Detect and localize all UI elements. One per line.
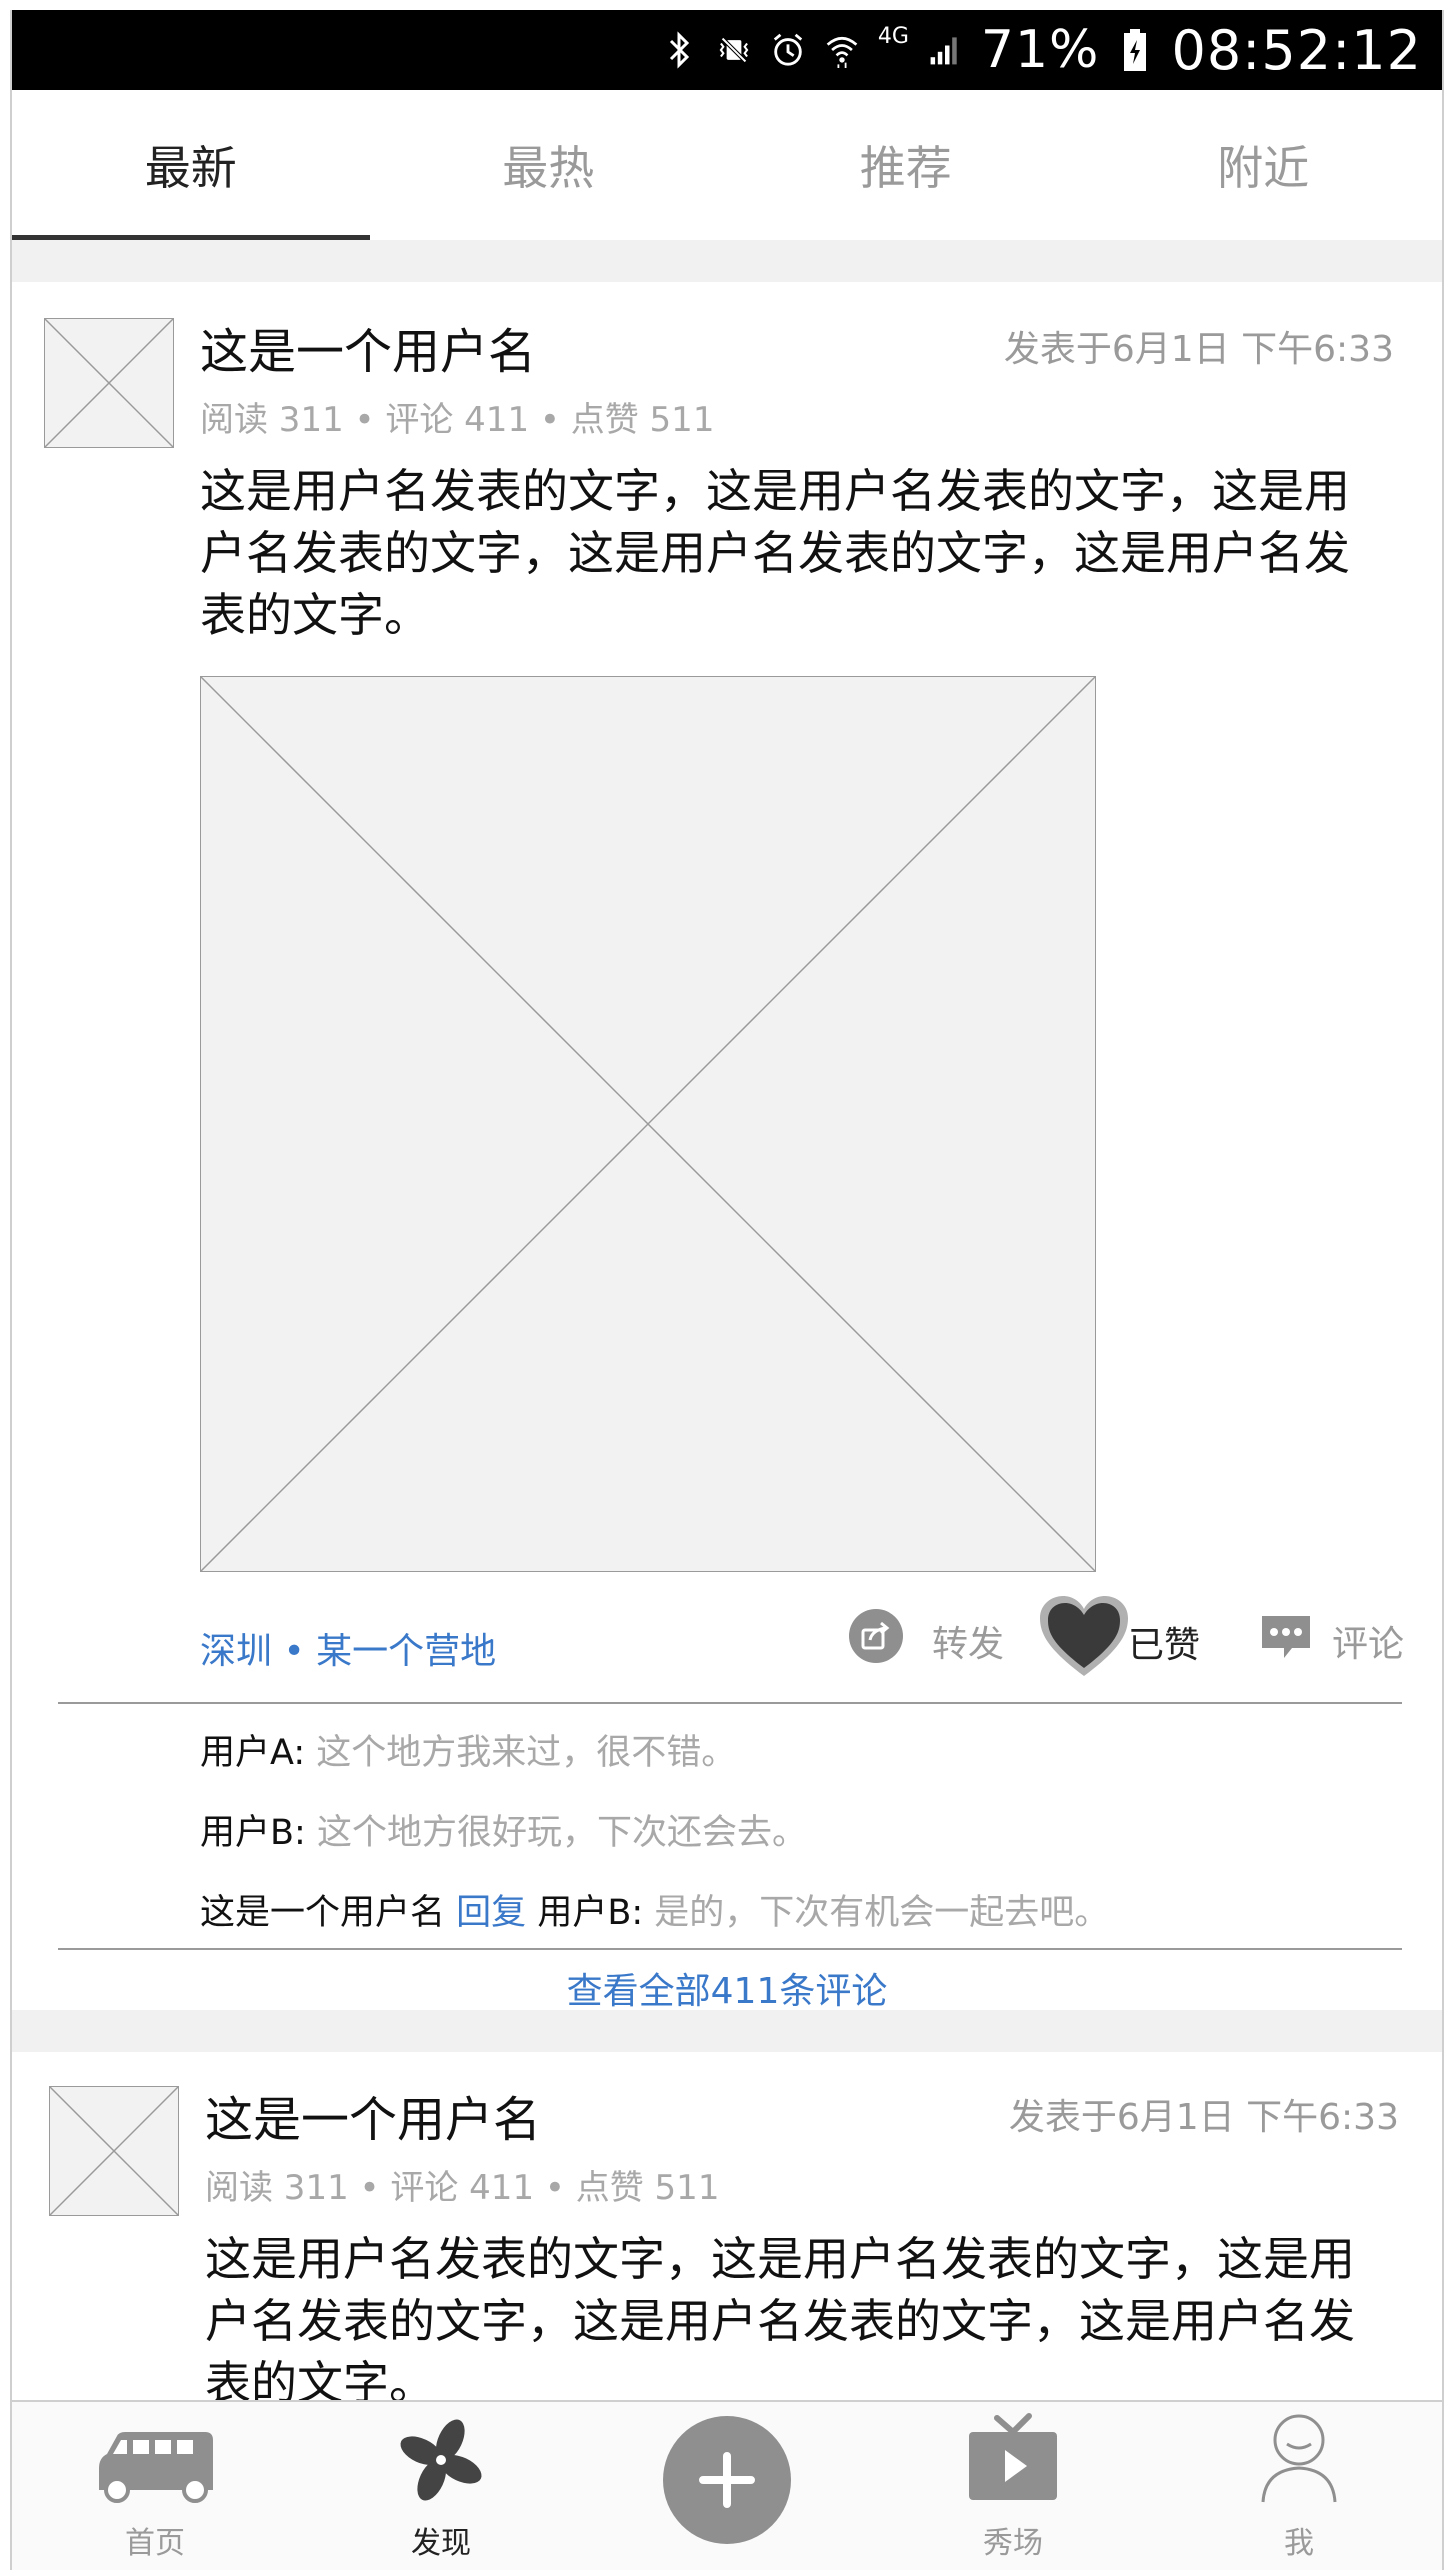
post-username[interactable]: 这是一个用户名	[200, 312, 536, 382]
comment-label: 评论	[1332, 1623, 1405, 1665]
view-all-comments-link[interactable]: 查看全部411条评论	[12, 1962, 1442, 2014]
tab-recommended[interactable]: 推荐	[727, 90, 1085, 240]
post-text-line: 户名发表的文字，这是用户名发表的文字，这是用户名发	[200, 526, 1350, 580]
post-text-line: 表的文字。	[200, 588, 430, 642]
post-time: 发表于6月1日 下午6:33	[1008, 2097, 1399, 2138]
app-frame: 4G 71% 08:52:12 最新 最热 推荐 附近 这是一个用户名 发表于6…	[10, 10, 1444, 2570]
post-text-line: 户名发表的文字，这是用户名发表的文字，这是用户名发	[205, 2294, 1355, 2348]
feed-tabs: 最新 最热 推荐 附近	[12, 90, 1442, 240]
battery-charging-icon	[1117, 29, 1153, 71]
share-label: 转发	[932, 1623, 1005, 1665]
post-text-line: 这是用户名发表的文字，这是用户名发表的文字，这是用	[200, 464, 1350, 518]
section-divider	[12, 2010, 1442, 2052]
nav-show[interactable]: 秀场	[870, 2402, 1156, 2570]
comment-user[interactable]: 用户B:	[200, 1813, 306, 1853]
avatar[interactable]	[44, 318, 174, 448]
alarm-icon	[770, 30, 806, 70]
nav-label: 首页	[125, 2526, 185, 2561]
post-text: 这是用户名发表的文字，这是用户名发表的文字，这是用 户名发表的文字，这是用户名发…	[200, 460, 1420, 646]
comment-item[interactable]: 用户A: 这个地方我来过，很不错。	[200, 1724, 736, 1775]
nav-label: 发现	[411, 2526, 471, 2561]
comment-text: 这个地方我来过，很不错。	[316, 1733, 737, 1773]
post-text-line: 这是用户名发表的文字，这是用户名发表的文字，这是用	[205, 2232, 1355, 2286]
share-button[interactable]: 转发	[848, 1608, 1004, 1673]
pinwheel-icon	[395, 2416, 487, 2512]
post-location[interactable]: 深圳 • 某一个营地	[200, 1622, 496, 1674]
post-text-line: 表的文字。	[205, 2356, 435, 2400]
post-card: 这是一个用户名 发表于6月1日 下午6:33 阅读 311 • 评论 411 •…	[12, 2052, 1442, 2400]
person-icon	[1259, 2412, 1339, 2512]
post-text: 这是用户名发表的文字，这是用户名发表的文字，这是用 户名发表的文字，这是用户名发…	[205, 2228, 1425, 2400]
battery-percent: 71%	[980, 20, 1100, 80]
tv-play-icon	[967, 2412, 1059, 2512]
comment-item[interactable]: 用户B: 这个地方很好玩，下次还会去。	[200, 1804, 807, 1855]
comment-user[interactable]: 用户A:	[200, 1733, 305, 1773]
comment-bubble-icon	[1258, 1608, 1314, 1673]
vibrate-mute-icon	[716, 30, 752, 70]
nav-discover[interactable]: 发现	[298, 2402, 584, 2570]
post-username[interactable]: 这是一个用户名	[205, 2080, 541, 2150]
reply-target-user[interactable]: 用户B:	[537, 1893, 643, 1933]
post-stats: 阅读 311 • 评论 411 • 点赞 511	[200, 400, 715, 440]
bottom-nav: 首页 发现 秀场 我	[12, 2400, 1442, 2570]
comment-text: 是的，下次有机会一起去吧。	[654, 1893, 1110, 1933]
like-button[interactable]: 已赞	[1036, 1592, 1200, 1691]
divider	[58, 1702, 1402, 1704]
signal-icon	[927, 30, 963, 70]
comment-button[interactable]: 评论	[1258, 1608, 1404, 1673]
tab-latest[interactable]: 最新	[12, 90, 370, 240]
clock: 08:52:12	[1171, 18, 1422, 82]
divider	[58, 1948, 1402, 1950]
heart-icon	[1036, 1592, 1132, 1691]
post-card: 这是一个用户名 发表于6月1日 下午6:33 阅读 311 • 评论 411 •…	[12, 282, 1442, 2012]
tab-nearby[interactable]: 附近	[1085, 90, 1443, 240]
camper-van-icon	[93, 2428, 217, 2512]
image-placeholder-icon	[50, 2087, 178, 2215]
share-icon	[848, 1608, 904, 1673]
comment-item[interactable]: 这是一个用户名 回复 用户B: 是的，下次有机会一起去吧。	[200, 1884, 1109, 1935]
nav-home[interactable]: 首页	[12, 2402, 298, 2570]
post-image[interactable]	[200, 676, 1096, 1572]
bluetooth-icon	[662, 30, 698, 70]
comment-text: 这个地方很好玩，下次还会去。	[316, 1813, 807, 1853]
avatar[interactable]	[49, 2086, 179, 2216]
tab-hot[interactable]: 最热	[370, 90, 728, 240]
image-placeholder-icon	[45, 319, 173, 447]
nav-label: 我	[1284, 2526, 1314, 2561]
status-bar: 4G 71% 08:52:12	[12, 10, 1442, 90]
image-placeholder-icon	[201, 677, 1095, 1571]
wifi-icon	[824, 30, 860, 70]
like-label: 已赞	[1128, 1624, 1201, 1666]
plus-icon	[663, 2416, 791, 2544]
section-divider	[12, 240, 1442, 282]
nav-label: 秀场	[983, 2526, 1043, 2561]
nav-me[interactable]: 我	[1156, 2402, 1442, 2570]
comment-user[interactable]: 这是一个用户名	[200, 1893, 445, 1933]
post-time: 发表于6月1日 下午6:33	[1003, 329, 1394, 370]
nav-create[interactable]	[584, 2402, 870, 2570]
network-type: 4G	[877, 23, 909, 49]
post-stats: 阅读 311 • 评论 411 • 点赞 511	[205, 2168, 720, 2208]
reply-label: 回复	[456, 1893, 527, 1933]
